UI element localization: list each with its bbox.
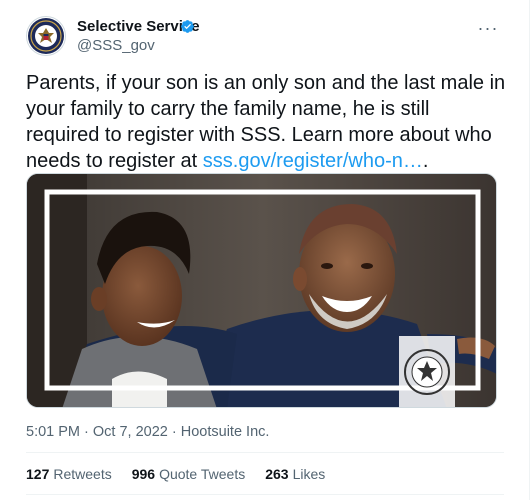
- likes-label: Likes: [292, 466, 326, 482]
- tweet-photo[interactable]: [26, 173, 497, 408]
- watermark-seal-icon: [399, 336, 455, 407]
- verified-badge-icon: [181, 20, 194, 33]
- meta-separator: ·: [80, 424, 93, 440]
- tweet-time[interactable]: 5:01 PM: [26, 424, 80, 440]
- quote-tweets-count: 996: [131, 466, 156, 482]
- tweet-source: Hootsuite Inc.: [180, 424, 270, 440]
- retweets-stat[interactable]: 127 Retweets: [26, 466, 112, 482]
- tweet-metadata: 5:01 PM · Oct 7, 2022 · Hootsuite Inc.: [26, 424, 269, 440]
- author-handle[interactable]: @SSS_gov: [77, 37, 155, 54]
- divider: [26, 494, 504, 495]
- quote-tweets-label: Quote Tweets: [159, 466, 246, 482]
- retweets-count: 127: [26, 466, 50, 482]
- more-options-button[interactable]: ···: [474, 14, 502, 42]
- quote-tweets-stat[interactable]: 996 Quote Tweets: [132, 466, 246, 482]
- likes-stat[interactable]: 263 Likes: [265, 466, 325, 482]
- tweet-trailing-text: .: [422, 150, 429, 172]
- seal-icon: [28, 18, 64, 54]
- tweet-text: Parents, if your son is an only son and …: [26, 70, 506, 174]
- father-son-photo-icon: [27, 174, 496, 407]
- tweet-link[interactable]: sss.gov/register/who-n…: [203, 150, 423, 172]
- divider: [26, 452, 504, 453]
- retweets-label: Retweets: [53, 466, 112, 482]
- engagement-stats: 127 Retweets 996 Quote Tweets 263 Likes: [26, 466, 325, 482]
- more-icon: ···: [477, 17, 499, 38]
- tweet-date[interactable]: Oct 7, 2022: [93, 424, 168, 440]
- avatar[interactable]: [26, 16, 66, 56]
- likes-count: 263: [265, 466, 289, 482]
- meta-separator: ·: [167, 424, 181, 440]
- tweet-card: Selective Service @SSS_gov ··· Parents, …: [0, 0, 530, 500]
